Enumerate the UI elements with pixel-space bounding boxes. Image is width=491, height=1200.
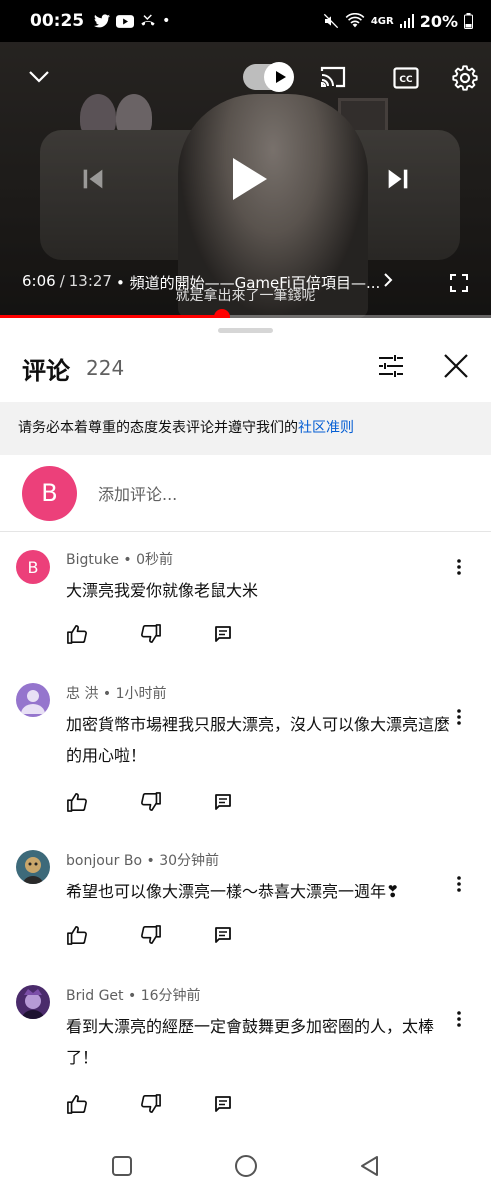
settings-gear-icon[interactable]	[450, 63, 480, 93]
home-icon[interactable]	[234, 1154, 258, 1182]
mute-icon	[323, 13, 338, 29]
divider	[0, 531, 491, 532]
comment-author[interactable]: 忠 洪	[66, 686, 98, 702]
system-nav-bar	[0, 1135, 491, 1200]
comment-item: 忠 洪 • 1小时前 加密貨幣市場裡我只服大漂亮，沒人可以像大漂亮這麼的用心啦！	[0, 677, 491, 817]
comment-time: 30分钟前	[159, 853, 220, 869]
comment-actions	[66, 624, 232, 648]
comment-text: 加密貨幣市場裡我只服大漂亮，沒人可以像大漂亮這麼的用心啦！	[66, 715, 451, 765]
comment-meta: bonjour Bo • 30分钟前	[66, 853, 220, 869]
add-comment-row[interactable]: B 添加评论...	[22, 465, 491, 521]
comments-title: 评论	[22, 356, 70, 385]
autoplay-toggle[interactable]	[243, 62, 294, 92]
status-bar: 00:25 • 4GR 20%	[0, 0, 491, 42]
comment-author[interactable]: Brid Get	[66, 988, 124, 1004]
previous-icon[interactable]	[78, 164, 108, 194]
like-icon[interactable]	[66, 792, 88, 816]
reply-icon[interactable]	[214, 793, 232, 815]
svg-text:CC: CC	[399, 75, 413, 85]
play-icon[interactable]	[226, 156, 272, 202]
status-time: 00:25	[30, 11, 85, 31]
comment-item: Brid Get • 16分钟前 看到大漂亮的經歷一定會鼓舞更多加密圈的人，太棒…	[0, 979, 491, 1119]
like-icon[interactable]	[66, 925, 88, 949]
comments-count: 224	[86, 356, 125, 380]
comment-text: 大漂亮我爱你就像老鼠大米	[66, 581, 259, 600]
comment-item: B Bigtuke • 0秒前 大漂亮我爱你就像老鼠大米	[0, 543, 491, 653]
reply-icon[interactable]	[214, 625, 232, 647]
collapse-chevron-icon[interactable]	[26, 64, 52, 90]
comment-text: 看到大漂亮的經歷一定會鼓舞更多加密圈的人，太棒了！	[66, 1017, 435, 1067]
comment-meta: 忠 洪 • 1小时前	[66, 686, 167, 702]
autoplay-play-icon	[264, 62, 294, 92]
community-guidelines-link[interactable]: 社区准则	[298, 420, 354, 436]
captions-icon[interactable]: CC	[392, 64, 420, 92]
commenter-avatar[interactable]	[16, 850, 50, 884]
current-time: 6:06	[22, 272, 56, 290]
comment-actions	[66, 925, 232, 949]
more-options-icon[interactable]	[453, 872, 465, 896]
dislike-icon[interactable]	[140, 792, 162, 816]
comment-meta: Bigtuke • 0秒前	[66, 552, 174, 568]
commenter-avatar[interactable]	[16, 683, 50, 717]
comments-sheet: 评论 224 请务必本着尊重的态度发表评论并遵守我们的社区准则 B 添加评论..…	[0, 318, 491, 1200]
reply-icon[interactable]	[214, 1095, 232, 1117]
comment-time: 16分钟前	[140, 988, 201, 1004]
user-avatar: B	[22, 465, 77, 521]
more-options-icon[interactable]	[453, 705, 465, 729]
comment-actions	[66, 1094, 232, 1118]
network-type: 4GR	[370, 15, 394, 27]
reply-icon[interactable]	[214, 926, 232, 948]
recent-apps-icon[interactable]	[111, 1155, 133, 1181]
comments-header: 评论 224	[22, 350, 469, 386]
comment-author[interactable]: bonjour Bo	[66, 853, 142, 869]
sheet-drag-handle[interactable]	[218, 328, 273, 333]
status-right: 4GR 20%	[323, 12, 473, 31]
comment-actions	[66, 792, 232, 816]
dislike-icon[interactable]	[140, 925, 162, 949]
time-separator: /	[59, 272, 65, 290]
comment-time: 1小时前	[115, 686, 167, 702]
twitter-icon	[94, 14, 111, 28]
fullscreen-icon[interactable]	[448, 272, 470, 294]
comment-item: bonjour Bo • 30分钟前 希望也可以像大漂亮一樣～恭喜大漂亮一週年❣	[0, 844, 491, 954]
close-icon[interactable]	[443, 353, 469, 383]
time-chapter-row[interactable]: 6:06 / 13:27 • 頻道的開始——GameFi百倍項目—...	[22, 272, 380, 293]
community-notice: 请务必本着尊重的态度发表评论并遵守我们的社区准则	[0, 402, 491, 455]
comment-meta: Brid Get • 16分钟前	[66, 988, 201, 1004]
video-player[interactable]: 就是拿出來了一筆錢呢 CC 6:06 / 13:27 • 頻道的開始——Game…	[0, 42, 491, 318]
more-options-icon[interactable]	[453, 555, 465, 579]
total-time: 13:27	[68, 272, 112, 290]
more-options-icon[interactable]	[453, 1007, 465, 1031]
notice-text: 请务必本着尊重的态度发表评论并遵守我们的	[18, 420, 298, 436]
next-icon[interactable]	[383, 164, 413, 194]
battery-icon	[464, 13, 473, 29]
like-icon[interactable]	[66, 624, 88, 648]
dislike-icon[interactable]	[140, 1094, 162, 1118]
signal-icon	[399, 14, 414, 28]
dot-icon: •	[162, 13, 171, 29]
commenter-avatar[interactable]	[16, 985, 50, 1019]
notification-icons: •	[94, 13, 170, 29]
back-icon[interactable]	[359, 1155, 381, 1181]
sort-filter-icon[interactable]	[377, 354, 405, 382]
commenter-avatar[interactable]: B	[16, 550, 50, 584]
youtube-icon	[116, 14, 135, 28]
comment-time: 0秒前	[136, 552, 174, 568]
dislike-icon[interactable]	[140, 624, 162, 648]
wifi-icon	[345, 13, 365, 28]
cast-icon[interactable]	[318, 62, 348, 92]
chapter-chevron-right-icon[interactable]	[380, 270, 396, 290]
like-icon[interactable]	[66, 1094, 88, 1118]
battery-percent: 20%	[419, 11, 458, 31]
missed-call-icon	[141, 14, 155, 26]
comment-text: 希望也可以像大漂亮一樣～恭喜大漂亮一週年❣	[66, 882, 400, 901]
add-comment-input[interactable]: 添加评论...	[98, 481, 177, 505]
chapter-title: • 頻道的開始——GameFi百倍項目—...	[115, 274, 381, 292]
comment-author[interactable]: Bigtuke	[66, 552, 119, 568]
